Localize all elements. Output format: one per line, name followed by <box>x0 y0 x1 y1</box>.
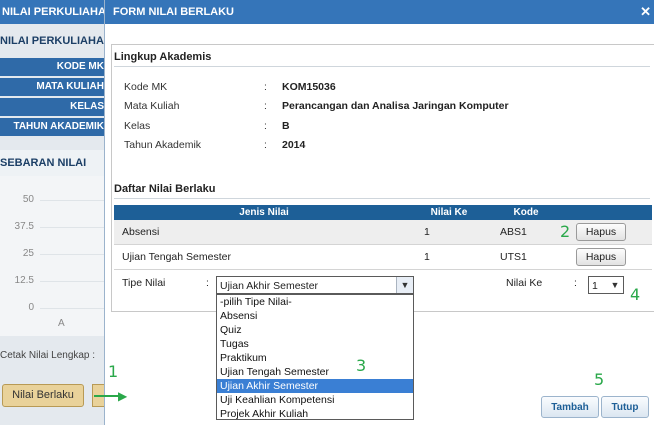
dropdown-option[interactable]: Projek Akhir Kuliah <box>217 407 413 421</box>
tambah-button[interactable]: Tambah <box>541 396 599 418</box>
table-header: Jenis Nilai Nilai Ke Kode <box>114 205 652 220</box>
bg-tick-label: 25 <box>22 248 34 259</box>
tipe-nilai-dropdown[interactable]: -pilih Tipe Nilai- Absensi Quiz Tugas Pr… <box>216 294 414 420</box>
modal-body: Lingkup Akademis Kode MK : KOM15036 Mata… <box>111 44 654 312</box>
header-nilai-ke: Nilai Ke <box>430 207 468 218</box>
colon: : <box>574 277 577 289</box>
section-divider <box>114 66 650 67</box>
bg-topbar-title: NILAI PERKULIAHAN <box>0 0 104 24</box>
bg-tick-label: 37.5 <box>14 221 34 232</box>
annotation-4: 4 <box>630 285 641 304</box>
bg-info-row: KODE MK <box>0 58 104 76</box>
bg-tick-label: 50 <box>22 194 34 205</box>
tipe-nilai-select[interactable]: Ujian Akhir Semester ▼ <box>216 276 414 294</box>
daftar-title: Daftar Nilai Berlaku <box>114 183 216 195</box>
background-app: NILAI PERKULIAHAN NILAI PERKULIAHAN KODE… <box>0 0 104 425</box>
cell-jenis: Absensi <box>122 226 160 238</box>
bg-info-row: KELAS <box>0 98 104 116</box>
chevron-down-icon[interactable]: ▼ <box>607 277 623 293</box>
hapus-button[interactable]: Hapus <box>576 223 626 241</box>
cell-jenis: Ujian Tengah Semester <box>122 251 231 263</box>
bg-tick-label: 0 <box>28 302 34 313</box>
cell-kode: UTS1 <box>500 251 527 263</box>
dropdown-option[interactable]: Uji Keahlian Kompetensi <box>217 393 413 407</box>
chevron-down-icon[interactable]: ▼ <box>396 277 413 293</box>
hapus-button[interactable]: Hapus <box>576 248 626 266</box>
annotation-2: 2 <box>560 222 571 241</box>
bg-tick-label: 12.5 <box>14 275 34 286</box>
mata-kuliah-label: Mata Kuliah <box>124 100 180 112</box>
colon: : <box>264 139 267 151</box>
mata-kuliah-value: Perancangan dan Analisa Jaringan Kompute… <box>282 100 509 112</box>
kode-mk-label: Kode MK <box>124 81 168 93</box>
bg-gridline <box>40 281 104 282</box>
dropdown-option[interactable]: Quiz <box>217 323 413 337</box>
dropdown-option[interactable]: Tugas <box>217 337 413 351</box>
bg-info-row: TAHUN AKADEMIK <box>0 118 104 136</box>
dropdown-option-highlighted[interactable]: Ujian Akhir Semester <box>217 379 413 393</box>
dropdown-option[interactable]: Praktikum <box>217 351 413 365</box>
tipe-nilai-label: Tipe Nilai <box>122 277 166 289</box>
colon: : <box>206 277 209 289</box>
bg-gridline <box>40 308 104 309</box>
cell-kode: ABS1 <box>500 226 527 238</box>
bg-cetak-label: Cetak Nilai Lengkap : <box>0 350 96 361</box>
bg-gridline <box>40 254 104 255</box>
cell-nilai-ke: 1 <box>424 226 430 238</box>
dropdown-option[interactable]: Ujian Tengah Semester <box>217 365 413 379</box>
bg-gridline <box>40 227 104 228</box>
table-row: Ujian Tengah Semester 1 UTS1 Hapus <box>114 245 652 270</box>
dropdown-option[interactable]: -pilih Tipe Nilai- <box>217 295 413 309</box>
colon: : <box>264 81 267 93</box>
annotation-1: 1 <box>108 362 119 381</box>
bg-info-row: MATA KULIAH <box>0 78 104 96</box>
colon: : <box>264 120 267 132</box>
nilai-ke-label: Nilai Ke <box>506 277 543 289</box>
bg-x-label: A <box>58 318 65 329</box>
header-kode: Kode <box>513 207 539 218</box>
header-jenis-nilai: Jenis Nilai <box>239 207 289 218</box>
modal-title: FORM NILAI BERLAKU <box>113 6 234 18</box>
nilai-berlaku-button[interactable]: Nilai Berlaku <box>2 384 84 407</box>
tipe-nilai-selected: Ujian Akhir Semester <box>220 280 319 292</box>
kode-mk-value: KOM15036 <box>282 81 336 93</box>
kelas-value: B <box>282 120 290 132</box>
nilai-ke-selected: 1 <box>592 280 598 292</box>
close-icon[interactable]: ✕ <box>640 0 651 24</box>
tahun-akademik-value: 2014 <box>282 139 306 151</box>
tahun-akademik-label: Tahun Akademik <box>124 139 202 151</box>
colon: : <box>264 100 267 112</box>
dropdown-option[interactable]: Absensi <box>217 309 413 323</box>
bg-subheader: NILAI PERKULIAHAN <box>0 35 104 47</box>
lingkup-title: Lingkup Akademis <box>114 51 212 63</box>
nilai-ke-select[interactable]: 1 ▼ <box>588 276 624 294</box>
section-divider <box>114 198 650 199</box>
tutup-button[interactable]: Tutup <box>601 396 649 418</box>
annotation-3: 3 <box>356 356 367 375</box>
cell-nilai-ke: 1 <box>424 251 430 263</box>
table-row: Absensi 1 ABS1 Hapus <box>114 220 652 245</box>
kelas-label: Kelas <box>124 120 151 132</box>
bg-gridline <box>40 200 104 201</box>
annotation-5: 5 <box>594 370 605 389</box>
modal-header: FORM NILAI BERLAKU ✕ <box>105 0 654 24</box>
arrow-right-icon: ▶ <box>118 389 128 403</box>
bg-sebaran-title: SEBARAN NILAI <box>0 150 104 177</box>
